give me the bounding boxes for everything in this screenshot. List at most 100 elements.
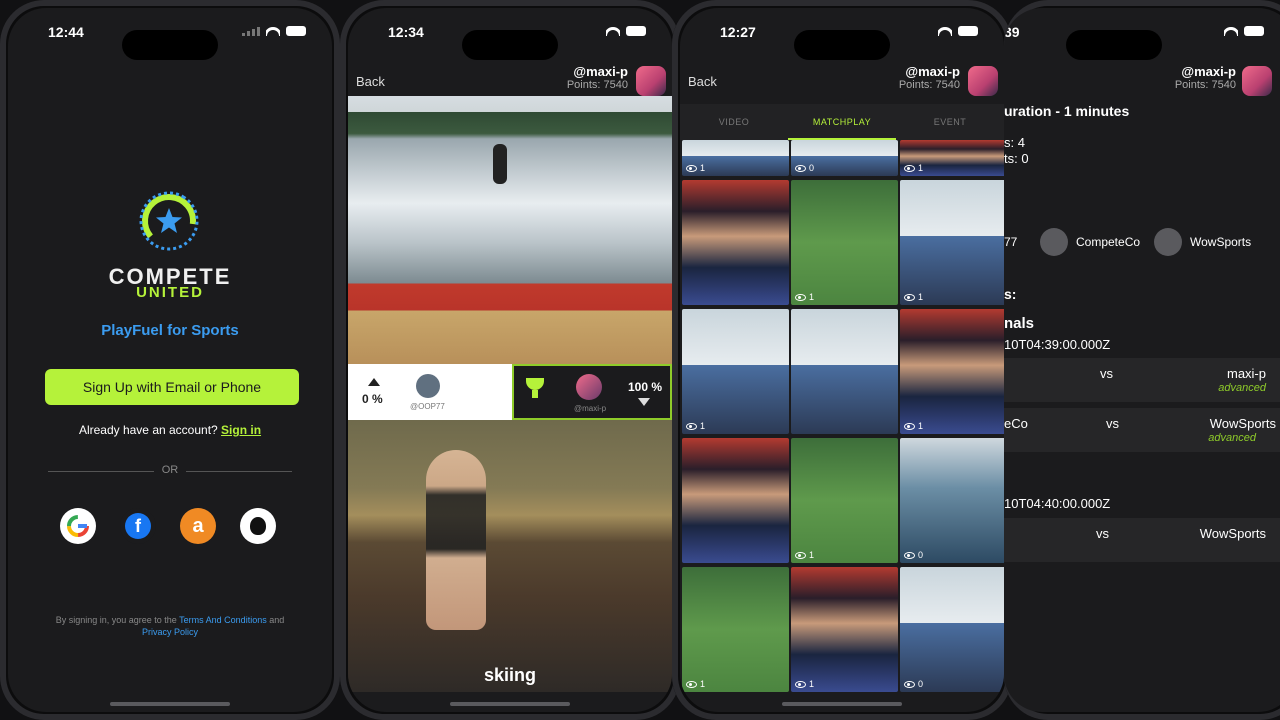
finals-heading: nals: [1004, 315, 1035, 332]
user-points: Points: 7540: [898, 79, 960, 91]
video-tile[interactable]: 1: [900, 140, 1004, 176]
section-label: s:: [1004, 286, 1017, 302]
status-bar: 12:27: [680, 22, 1004, 60]
user-handle: @maxi-p: [905, 64, 960, 79]
apple-icon[interactable]: [240, 508, 276, 544]
status-icons: [1224, 26, 1264, 36]
user-handle: @maxi-p: [573, 64, 628, 79]
duration-text: uration - 1 minutes: [1004, 103, 1130, 119]
event-screen: 39 @maxi-p Points: 7540 uration - 1 minu…: [1004, 8, 1280, 712]
stat-2: ts: 0: [1004, 151, 1029, 166]
poll-left-user: @OOP77: [410, 402, 445, 411]
video-tile[interactable]: 0: [791, 140, 898, 176]
video-grid: 1 0 1 1 1 1 1 1 0 1 1 0: [682, 140, 1004, 692]
status-bar: 12:44: [8, 22, 332, 60]
phone-event: 39 @maxi-p Points: 7540 uration - 1 minu…: [1004, 0, 1280, 720]
or-text: OR: [161, 464, 179, 476]
video-tile[interactable]: 1: [682, 567, 789, 692]
user-points: Points: 7540: [1174, 79, 1236, 91]
status-bar: 39: [1004, 22, 1280, 60]
participant-wowsports: WowSports: [1190, 235, 1252, 249]
video-tile[interactable]: 0: [900, 438, 1004, 563]
poll-bar: 0 % @OOP77 @maxi-p 100 %: [348, 364, 672, 420]
amazon-icon[interactable]: a: [180, 508, 216, 544]
view-count-number: 0: [918, 679, 924, 689]
eye-icon: [795, 164, 806, 172]
user-info: @maxi-p Points: 7540: [567, 64, 628, 91]
social-login-row: f a: [60, 508, 276, 544]
arrow-down-icon: [638, 398, 650, 406]
timestamp-1: 10T04:39:00.000Z: [1004, 337, 1111, 352]
view-count-number: 0: [809, 163, 815, 173]
view-count: 1: [686, 421, 705, 431]
match-row[interactable]: eCo vs WowSports advanced: [1004, 408, 1280, 452]
phone-matchplay: 12:27 Back @maxi-p Points: 7540 VIDEO MA…: [672, 0, 1012, 720]
privacy-link[interactable]: Privacy Policy: [142, 627, 198, 637]
signal-icon: [242, 26, 260, 36]
video-tile[interactable]: 1: [682, 140, 789, 176]
timestamp-2: 10T04:40:00.000Z: [1004, 496, 1111, 511]
back-button[interactable]: Back: [688, 74, 717, 89]
user-avatar-icon: [416, 374, 440, 398]
signup-button[interactable]: Sign Up with Email or Phone: [45, 369, 299, 405]
legal-text: By signing in, you agree to the Terms An…: [34, 614, 306, 638]
view-count-number: 1: [918, 421, 924, 431]
home-indicator: [450, 702, 570, 706]
video-tile[interactable]: 1: [900, 180, 1004, 305]
match-player: WowSports: [1199, 526, 1266, 541]
eye-icon: [686, 680, 697, 688]
video-tile[interactable]: 1: [900, 309, 1004, 434]
user-info: @maxi-p Points: 7540: [899, 64, 960, 91]
skier: [426, 450, 486, 630]
status-icons: [938, 26, 978, 36]
tab-matchplay[interactable]: MATCHPLAY: [788, 104, 896, 140]
already-have-account: Already have an account? Sign in: [8, 423, 332, 437]
match-player: eCo: [1004, 416, 1028, 431]
view-count: 1: [795, 679, 814, 689]
status-time: 39: [1004, 24, 1020, 40]
view-count-number: 0: [918, 550, 924, 560]
video-tile[interactable]: 0: [900, 567, 1004, 692]
video-tile[interactable]: 1: [682, 309, 789, 434]
divider-right: [186, 471, 292, 472]
view-count: 0: [795, 163, 814, 173]
match-row[interactable]: vs maxi-p advanced: [1004, 358, 1280, 402]
video-tile[interactable]: 1: [791, 180, 898, 305]
terms-link[interactable]: Terms And Conditions: [179, 615, 267, 625]
view-count-number: 1: [700, 163, 706, 173]
avatar[interactable]: [636, 66, 666, 96]
video-tile[interactable]: [682, 180, 789, 305]
poll-left[interactable]: 0 % @OOP77: [348, 364, 512, 420]
dynamic-island: [794, 30, 890, 60]
signin-link[interactable]: Sign in: [221, 423, 261, 437]
google-icon[interactable]: [60, 508, 96, 544]
status-time: 12:27: [720, 24, 756, 40]
tab-event[interactable]: EVENT: [896, 104, 1004, 140]
user-avatar-icon: [576, 374, 602, 400]
video-tile[interactable]: [791, 309, 898, 434]
match-row[interactable]: vs WowSports: [1004, 518, 1280, 562]
dynamic-island: [462, 30, 558, 60]
view-count-number: 1: [809, 292, 815, 302]
view-count-number: 1: [809, 679, 815, 689]
avatar[interactable]: [1242, 66, 1272, 96]
tagline: PlayFuel for Sports: [101, 322, 239, 339]
avatar[interactable]: [968, 66, 998, 96]
video-top[interactable]: [348, 96, 672, 364]
dynamic-island: [122, 30, 218, 60]
tab-video[interactable]: VIDEO: [680, 104, 788, 140]
facebook-icon[interactable]: f: [120, 508, 156, 544]
video-tile[interactable]: [682, 438, 789, 563]
poll-right[interactable]: @maxi-p 100 %: [512, 364, 672, 420]
video-tile[interactable]: 1: [791, 438, 898, 563]
back-button[interactable]: Back: [356, 74, 385, 89]
poll-left-pct: 0 %: [362, 392, 383, 406]
vs-label: vs: [1100, 366, 1113, 381]
or-divider: OR: [48, 464, 292, 478]
battery-icon: [958, 26, 978, 36]
status-bar: 12:34: [348, 22, 672, 60]
poll-right-pct: 100 %: [627, 380, 662, 394]
video-bottom[interactable]: skiing: [348, 420, 672, 692]
view-count: 1: [686, 163, 705, 173]
video-tile[interactable]: 1: [791, 567, 898, 692]
